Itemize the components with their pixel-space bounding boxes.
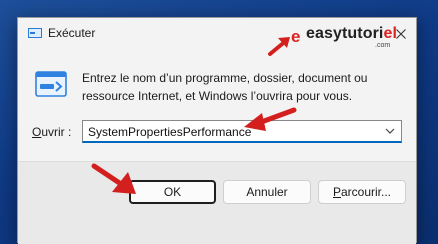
open-input[interactable]: SystemPropertiesPerformance bbox=[88, 125, 251, 139]
browse-accesskey: P bbox=[332, 185, 341, 199]
browse-label-rest: arcourir... bbox=[341, 185, 392, 199]
window-title: Exécuter bbox=[48, 26, 96, 40]
annotation-arrow-ok bbox=[91, 163, 136, 194]
close-button[interactable] bbox=[389, 22, 413, 46]
chevron-down-icon[interactable] bbox=[385, 127, 395, 135]
button-bar: OK Annuler Parcourir... bbox=[18, 161, 416, 244]
open-label-accesskey: O bbox=[32, 125, 42, 139]
cancel-button[interactable]: Annuler bbox=[223, 180, 311, 204]
annotation-arrow-logo bbox=[268, 37, 290, 56]
open-label: Ouvrir : bbox=[32, 125, 71, 139]
logo-text-main: easytutori bbox=[306, 25, 384, 42]
ok-button[interactable]: OK bbox=[129, 180, 216, 204]
browse-button[interactable]: Parcourir... bbox=[318, 180, 406, 204]
annotation-arrow-input bbox=[244, 107, 297, 131]
open-label-rest: uvrir : bbox=[41, 125, 72, 139]
logo-text: easytutoriel bbox=[306, 25, 397, 43]
logo-suffix: .com bbox=[375, 42, 391, 49]
run-app-icon bbox=[28, 28, 42, 38]
close-icon bbox=[396, 29, 406, 39]
title-bar[interactable]: Exécuter e easytutoriel .com bbox=[18, 18, 416, 50]
instructions-text: Entrez le nom d’un programme, dossier, d… bbox=[82, 71, 368, 103]
run-icon bbox=[35, 71, 67, 97]
run-dialog: Exécuter e easytutoriel .com Entrez le n… bbox=[17, 17, 417, 244]
